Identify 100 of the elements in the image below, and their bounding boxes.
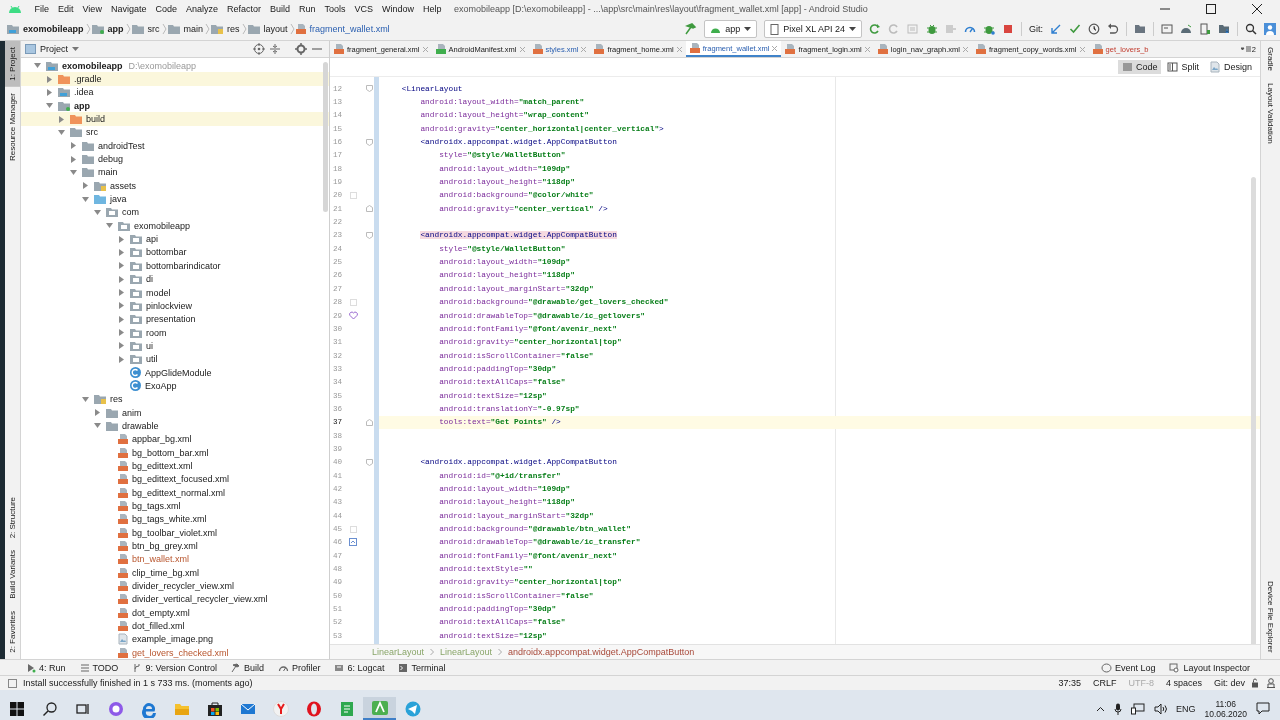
path-crumb[interactable]: androidx.appcompat.widget.AppCompatButton — [508, 647, 695, 657]
check-icon[interactable] — [1069, 23, 1081, 35]
triangle-down-icon[interactable] — [69, 167, 78, 177]
tool-window-tab[interactable]: Gradle — [1261, 41, 1280, 77]
clock-icon[interactable] — [1088, 23, 1100, 35]
clock[interactable]: 11:06 10.06.2020 — [1204, 698, 1247, 719]
tree-item[interactable]: .idea — [21, 85, 329, 100]
tool-window-tab[interactable]: 1: Project — [5, 41, 20, 87]
tool-window-button[interactable]: Terminal — [398, 662, 446, 673]
triangle-right-icon[interactable] — [117, 288, 126, 297]
tree-item[interactable]: AppGlideModule — [21, 365, 329, 380]
shopping-bag-icon[interactable] — [205, 699, 224, 718]
tool-window-button[interactable]: Event Log — [1100, 662, 1156, 673]
tree-item[interactable]: ui — [21, 339, 329, 353]
search-icon[interactable] — [1245, 23, 1257, 35]
tree-item[interactable]: bottombarindicator — [21, 259, 329, 273]
window-icon[interactable] — [1161, 23, 1173, 35]
view-mode-tab[interactable]: Code — [1117, 60, 1162, 74]
triangle-down-icon[interactable] — [57, 127, 66, 137]
rerun-icon[interactable] — [869, 23, 881, 35]
tree-item[interactable]: room — [21, 325, 329, 340]
tool-window-button[interactable]: 4: Run — [26, 662, 66, 673]
triangle-down-icon[interactable] — [33, 61, 42, 71]
tree-item[interactable]: exomobileapp D:\exomobileapp — [21, 59, 329, 73]
fold-icon[interactable] — [365, 418, 373, 426]
caret-icon[interactable] — [72, 46, 79, 52]
tree-item[interactable]: get_lovers_checked.xml — [21, 646, 329, 659]
triangle-right-icon[interactable] — [93, 408, 102, 418]
menu-item[interactable]: Analyze — [181, 4, 223, 14]
triangle-right-icon[interactable] — [69, 154, 78, 164]
fold-icon[interactable] — [365, 85, 373, 93]
tree-item[interactable]: drawable — [21, 419, 329, 433]
triangle-right-icon[interactable] — [117, 274, 126, 284]
tree-item[interactable]: bg_toolbar_violet.xml — [21, 526, 329, 540]
tree-item[interactable]: .gradle — [21, 72, 329, 86]
undo-icon[interactable] — [1107, 23, 1119, 35]
android-studio-icon[interactable] — [370, 698, 389, 717]
ring-icon[interactable] — [304, 699, 323, 718]
menu-item[interactable]: File — [30, 4, 54, 14]
tool-window-button[interactable]: Profiler — [277, 662, 321, 673]
tree-item[interactable]: presentation — [21, 312, 329, 326]
triangle-right-icon[interactable] — [117, 314, 126, 324]
tree-item[interactable]: model — [21, 285, 329, 300]
breadcrumb[interactable]: exomobileapp — [6, 23, 86, 35]
collapse-icon[interactable] — [269, 43, 281, 55]
device-dropdown[interactable]: Pixel XL API 24 — [764, 20, 862, 38]
tool-window-tab[interactable]: 2: Structure — [5, 491, 20, 545]
tree-item[interactable]: di — [21, 272, 329, 286]
triangle-right-icon[interactable] — [117, 301, 126, 311]
status-item[interactable]: 4 spaces — [1165, 678, 1202, 688]
paper-plane-icon[interactable] — [403, 699, 422, 718]
triangle-right-icon[interactable] — [117, 248, 126, 257]
menu-item[interactable]: Code — [150, 4, 182, 14]
download-icon[interactable] — [1218, 23, 1230, 35]
tree-item[interactable]: dot_filled.xml — [21, 619, 329, 633]
tree-item[interactable]: com — [21, 205, 329, 220]
menu-item[interactable]: VCS — [350, 4, 378, 14]
close-icon[interactable] — [1251, 3, 1263, 15]
status-icon[interactable] — [8, 678, 17, 688]
tool-window-button[interactable]: 6: Logcat — [334, 662, 385, 673]
tool-window-button[interactable]: TODO — [79, 662, 119, 673]
tree-item[interactable]: main — [21, 165, 329, 180]
inspector-icon[interactable] — [1266, 678, 1276, 688]
menu-item[interactable]: Run — [294, 4, 320, 14]
arrow-icon[interactable] — [1050, 23, 1062, 35]
user-icon[interactable] — [1264, 23, 1276, 35]
triangle-right-icon[interactable] — [117, 341, 126, 351]
crosshair-icon[interactable] — [253, 43, 265, 55]
fold-icon[interactable] — [365, 231, 373, 239]
scrollbar[interactable] — [323, 62, 328, 212]
tree-item[interactable]: bg_edittext.xml — [21, 459, 329, 473]
triangle-right-icon[interactable] — [69, 141, 78, 151]
search-icon[interactable] — [41, 700, 58, 717]
fold-icon[interactable] — [365, 205, 373, 213]
tree-item[interactable]: bottombar — [21, 245, 329, 260]
triangle-right-icon[interactable] — [117, 354, 126, 364]
tool-window-tab[interactable]: Build Variants — [5, 544, 20, 606]
tree-item[interactable]: appbar_bg.xml — [21, 432, 329, 446]
tree-item[interactable]: bg_tags_white.xml — [21, 512, 329, 527]
tree-item[interactable]: ExoApp — [21, 379, 329, 393]
tree-item[interactable]: bg_bottom_bar.xml — [21, 445, 329, 460]
tool-window-tab[interactable]: Layout Validation — [1261, 77, 1280, 150]
tree-item[interactable]: dot_empty.xml — [21, 606, 329, 620]
breadcrumb[interactable]: layout — [246, 23, 290, 35]
triangle-down-icon[interactable] — [93, 207, 102, 217]
breadcrumb[interactable]: app — [90, 23, 126, 35]
notification-icon[interactable] — [1256, 702, 1270, 715]
tree-item[interactable]: pinlockview — [21, 299, 329, 313]
tool-window-tab[interactable]: 2: Favorites — [5, 605, 20, 659]
tree-item[interactable]: app — [21, 99, 329, 113]
breadcrumb[interactable]: main — [166, 23, 206, 35]
triangle-down-icon[interactable] — [81, 194, 90, 204]
maximize-icon[interactable] — [1205, 3, 1217, 15]
tree-item[interactable]: java — [21, 192, 329, 206]
menu-item[interactable]: Build — [265, 4, 295, 14]
tree-item[interactable]: divider_recycler_view.xml — [21, 579, 329, 593]
tree-item[interactable]: btn_wallet.xml — [21, 552, 329, 567]
triangle-right-icon[interactable] — [45, 74, 54, 84]
triangle-right-icon[interactable] — [45, 87, 54, 97]
bug-icon[interactable] — [983, 23, 995, 35]
